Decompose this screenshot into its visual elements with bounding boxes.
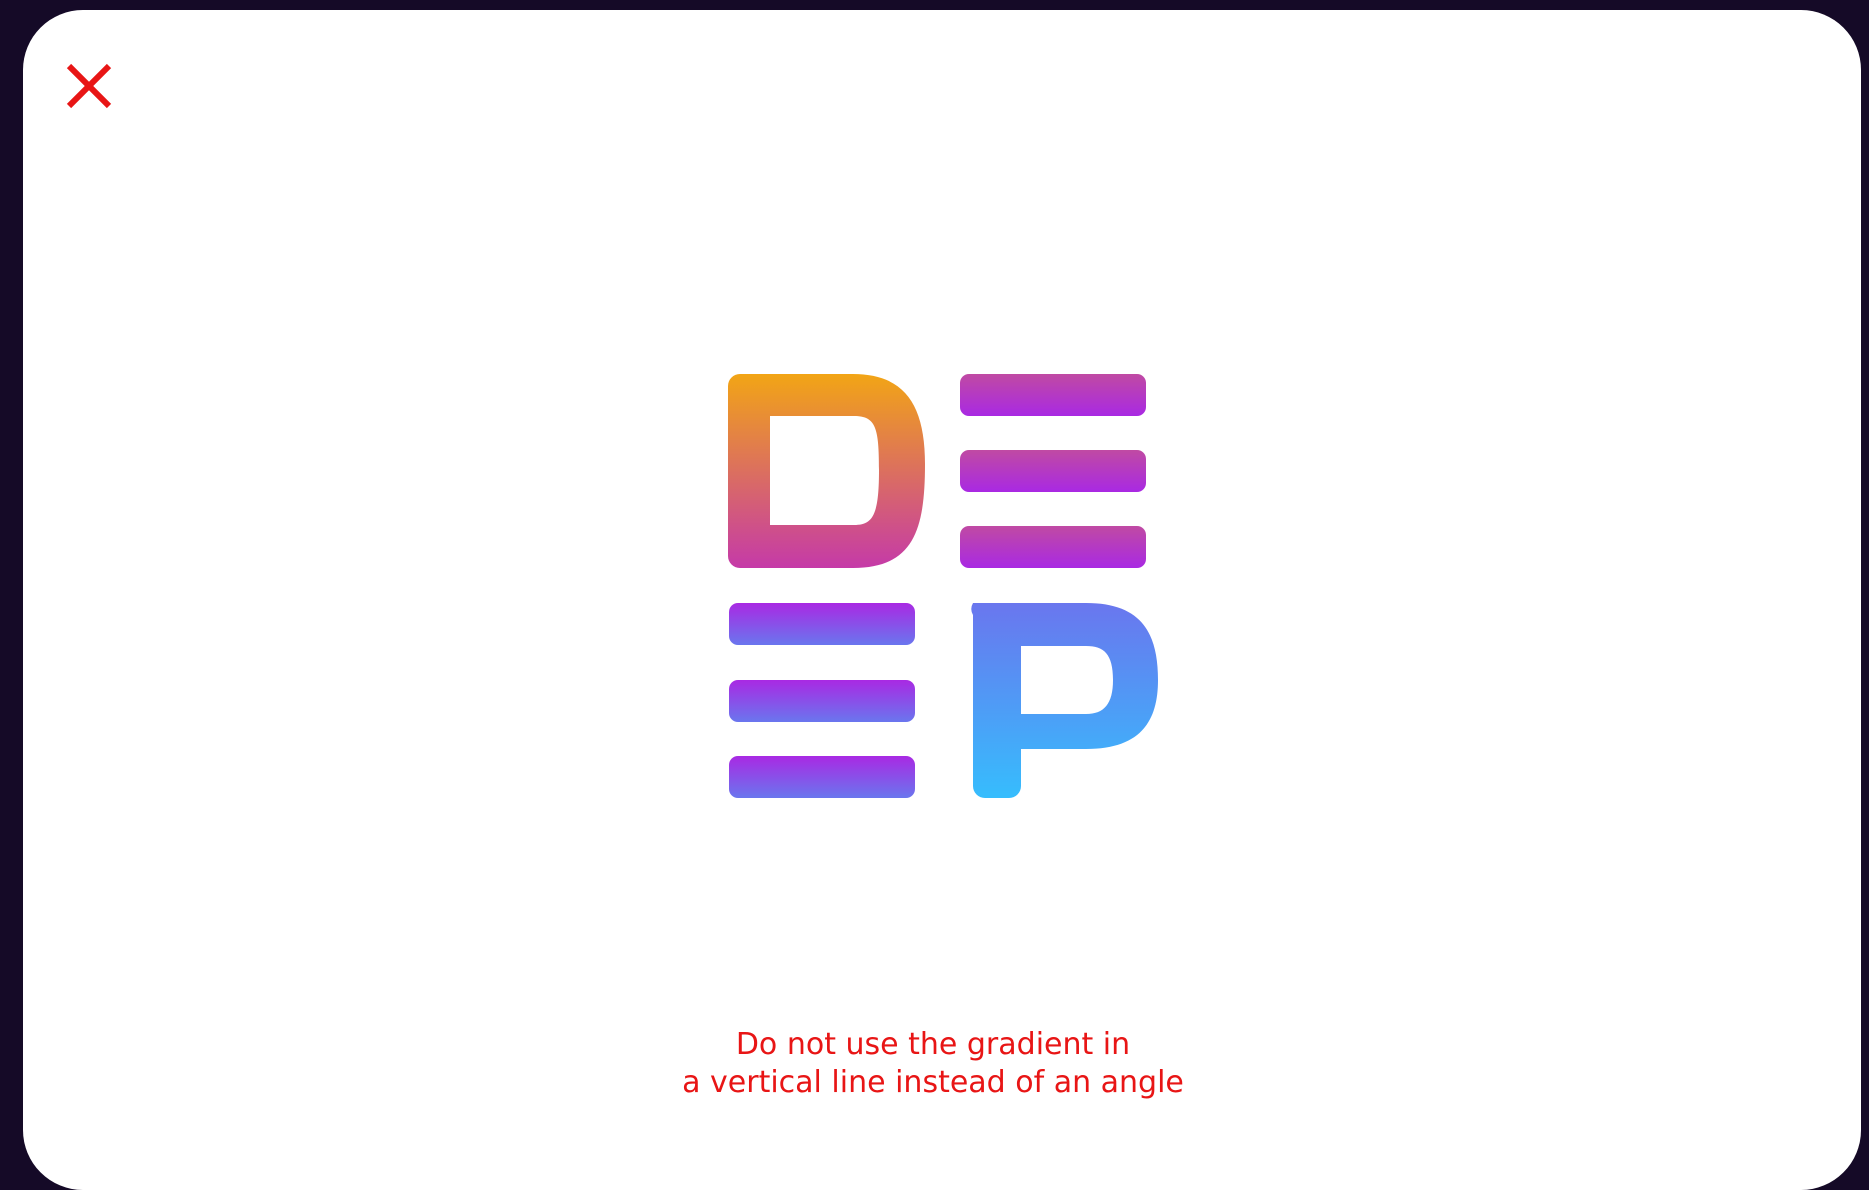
logo-letter-e-top xyxy=(960,374,1146,568)
guideline-card: Do not use the gradient in a vertical li… xyxy=(23,10,1861,1190)
logo-letter-d xyxy=(728,374,925,568)
logo-letter-e-bottom xyxy=(729,603,915,798)
deep-logo xyxy=(728,374,1158,798)
close-icon xyxy=(66,63,112,109)
guideline-caption: Do not use the gradient in a vertical li… xyxy=(23,1026,1843,1102)
caption-line-1: Do not use the gradient in xyxy=(735,1027,1131,1062)
caption-line-2: a vertical line instead of an angle xyxy=(682,1065,1184,1100)
logo-letter-p xyxy=(971,603,1158,798)
